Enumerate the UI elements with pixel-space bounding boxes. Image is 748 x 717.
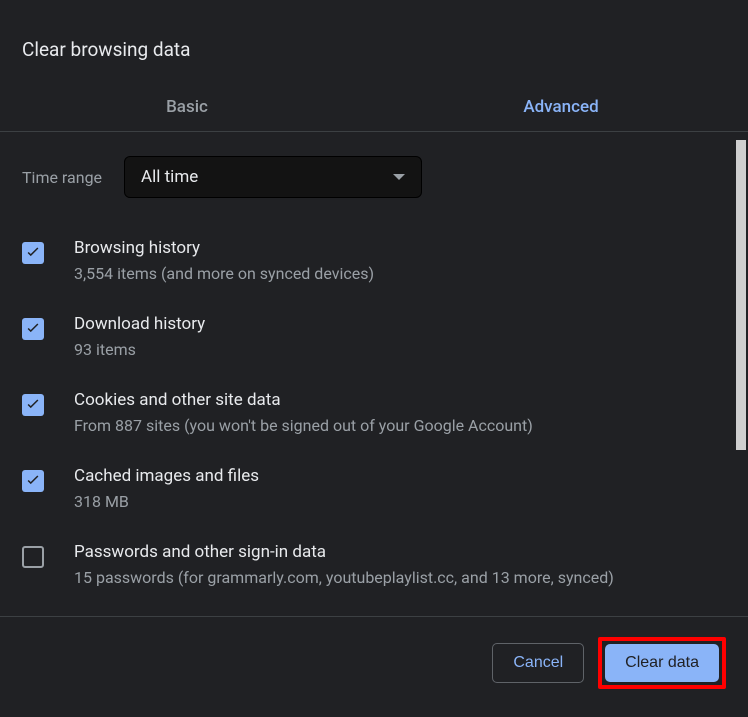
option-text: Passwords and other sign-in data 15 pass…	[74, 542, 614, 590]
clear-data-button[interactable]: Clear data	[605, 644, 719, 682]
option-title: Cached images and files	[74, 466, 259, 486]
cancel-button[interactable]: Cancel	[492, 643, 584, 683]
scrollbar[interactable]	[736, 140, 746, 450]
option-cached: Cached images and files 318 MB	[22, 466, 726, 514]
chevron-down-icon	[393, 174, 405, 180]
dialog-footer: Cancel Clear data	[0, 616, 748, 717]
checkbox-download-history[interactable]	[22, 318, 44, 340]
checkbox-passwords[interactable]	[22, 546, 44, 568]
check-icon	[24, 244, 42, 262]
clear-browsing-data-dialog: Clear browsing data Basic Advanced Time …	[0, 0, 748, 717]
option-passwords: Passwords and other sign-in data 15 pass…	[22, 542, 726, 590]
check-icon	[24, 320, 42, 338]
option-text: Browsing history 3,554 items (and more o…	[74, 238, 374, 286]
option-browsing-history: Browsing history 3,554 items (and more o…	[22, 238, 726, 286]
option-sub: 15 passwords (for grammarly.com, youtube…	[74, 566, 614, 590]
option-text: Download history 93 items	[74, 314, 205, 362]
time-range-select[interactable]: All time	[124, 156, 422, 198]
checkbox-browsing-history[interactable]	[22, 242, 44, 264]
time-range-label: Time range	[22, 168, 102, 187]
option-sub: 93 items	[74, 338, 205, 362]
option-text: Cached images and files 318 MB	[74, 466, 259, 514]
check-icon	[24, 472, 42, 490]
option-download-history: Download history 93 items	[22, 314, 726, 362]
option-title: Download history	[74, 314, 205, 334]
tab-basic[interactable]: Basic	[0, 85, 374, 131]
dialog-title: Clear browsing data	[0, 0, 748, 85]
time-range-value: All time	[141, 167, 198, 187]
tab-advanced[interactable]: Advanced	[374, 85, 748, 131]
option-title: Browsing history	[74, 238, 374, 258]
option-sub: 318 MB	[74, 490, 259, 514]
scroll-area: Time range All time Browsing history 3,5…	[0, 132, 748, 610]
check-icon	[24, 396, 42, 414]
option-title: Cookies and other site data	[74, 390, 533, 410]
option-sub: 3,554 items (and more on synced devices)	[74, 262, 374, 286]
option-sub: From 887 sites (you won't be signed out …	[74, 414, 533, 438]
option-cookies: Cookies and other site data From 887 sit…	[22, 390, 726, 438]
tabs: Basic Advanced	[0, 85, 748, 132]
option-title: Passwords and other sign-in data	[74, 542, 614, 562]
options-list: Browsing history 3,554 items (and more o…	[22, 238, 726, 590]
time-range-row: Time range All time	[22, 156, 726, 198]
checkbox-cached[interactable]	[22, 470, 44, 492]
dialog-body: Time range All time Browsing history 3,5…	[0, 132, 748, 616]
clear-data-highlight: Clear data	[598, 637, 726, 689]
checkbox-cookies[interactable]	[22, 394, 44, 416]
option-text: Cookies and other site data From 887 sit…	[74, 390, 533, 438]
